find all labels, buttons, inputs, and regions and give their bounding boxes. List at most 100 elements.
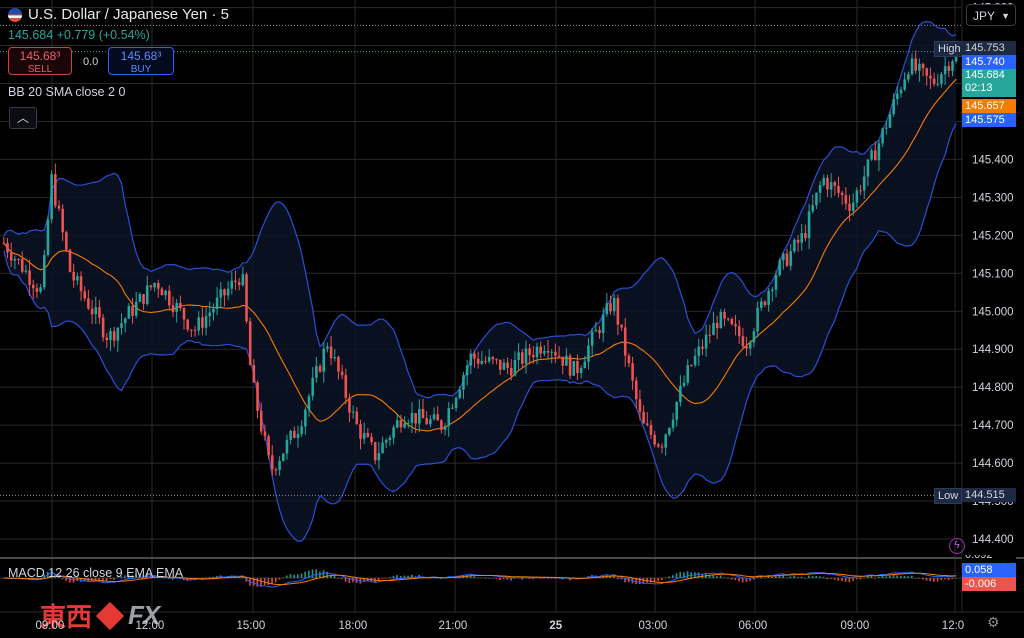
candle-body [491, 357, 495, 360]
high-value-tag: 145.753 [962, 41, 1016, 55]
candle-body [410, 412, 414, 423]
candle-body [201, 317, 204, 328]
candle-body [712, 322, 715, 336]
currency-dropdown[interactable]: JPY ▼ [966, 4, 1016, 26]
macd-histogram-bar [337, 578, 340, 579]
chevron-up-icon: ︿ [16, 111, 29, 125]
buy-button[interactable]: 145.68³ BUY [108, 47, 174, 75]
candle-body [918, 63, 921, 71]
candle-body [730, 318, 734, 325]
candle-body [355, 411, 359, 425]
candle-body [671, 419, 675, 428]
candle-body [193, 330, 197, 332]
candle-body [79, 276, 83, 292]
macd-histogram-bar [830, 578, 832, 579]
candle-body [469, 353, 473, 366]
candle-body [329, 346, 333, 359]
candle-body [168, 290, 171, 306]
candle-body [414, 412, 417, 424]
macd-histogram-bar [892, 574, 895, 578]
macd-histogram-bar [866, 576, 869, 578]
macd-histogram-bar [925, 578, 928, 581]
candle-body [296, 433, 300, 438]
candle-body [87, 298, 90, 309]
candle-body [840, 192, 844, 196]
macd-histogram-bar [723, 577, 726, 578]
macd-histogram-bar [535, 577, 538, 579]
candle-body [837, 185, 840, 193]
candle-body [179, 302, 182, 309]
time-axis-label: 12:0 [941, 620, 965, 632]
candle-body [270, 455, 274, 470]
collapse-indicators-button[interactable]: ︿ [9, 107, 37, 129]
macd-histogram-bar [911, 575, 913, 578]
candle-body [326, 346, 329, 349]
candle-body [826, 177, 829, 190]
candle-body [881, 128, 884, 144]
candle-body [907, 74, 910, 80]
candle-body [936, 83, 940, 85]
macd-histogram-bar [480, 577, 483, 579]
candle-body [822, 177, 826, 186]
candle-body [307, 396, 311, 410]
macd-histogram-bar [727, 578, 729, 579]
macd-histogram-bar [771, 577, 773, 578]
candle-body [616, 298, 620, 325]
macd-histogram-bar [877, 576, 880, 578]
candle-body [609, 303, 612, 312]
candle-body [112, 331, 116, 341]
candle-body [778, 260, 781, 276]
candle-body [782, 253, 785, 261]
currency-label: JPY [973, 9, 996, 23]
candle-body [506, 362, 509, 368]
candle-body [498, 359, 502, 370]
symbol-title[interactable]: U.S. Dollar / Japanese Yen · 5 [8, 6, 229, 23]
candle-body [208, 312, 212, 317]
bb-indicator-label[interactable]: BB 20 SMA close 2 0 [8, 85, 125, 99]
macd-histogram-bar [620, 578, 623, 580]
candle-body [855, 190, 859, 203]
macd-histogram-bar [752, 578, 755, 580]
candle-body [149, 285, 153, 288]
candle-body [101, 317, 105, 338]
macd-histogram-bar [664, 577, 667, 579]
candle-body [90, 308, 94, 315]
candle-body [263, 431, 267, 437]
candle-body [943, 66, 947, 75]
time-axis-label: 21:00 [438, 620, 468, 632]
time-axis-label: 09:00 [35, 620, 65, 632]
candle-body [407, 422, 410, 424]
macd-histogram-bar [730, 578, 733, 580]
candle-body [388, 437, 392, 441]
candle-body [2, 242, 6, 244]
last-price-value: 145.684 [965, 69, 1005, 81]
candle-body [594, 329, 598, 332]
price-tick-label: 144.800 [972, 382, 1014, 394]
macd-histogram-bar [852, 578, 854, 581]
candle-body [171, 305, 175, 312]
macd-histogram-bar [293, 574, 295, 578]
macd-histogram-bar [341, 578, 343, 579]
gear-icon[interactable]: ⚙ [987, 614, 1000, 631]
candle-body [532, 355, 535, 358]
candle-body [440, 420, 443, 430]
candle-body [715, 322, 719, 329]
candle-body [392, 427, 395, 438]
candle-body [818, 185, 822, 193]
sell-button[interactable]: 145.68³ SELL [8, 47, 72, 75]
candle-body [436, 414, 440, 421]
candle-body [39, 287, 42, 292]
candle-body [197, 317, 201, 331]
candle-body [583, 361, 587, 369]
price-chart[interactable]: 145.800145.700145.600145.500145.400145.3… [0, 0, 1024, 638]
candle-body [804, 233, 807, 239]
candle-body [870, 150, 873, 160]
macd-indicator-label[interactable]: MACD 12 26 close 9 EMA EMA [8, 566, 183, 580]
time-axis-label: 18:00 [338, 620, 368, 632]
candle-body [815, 192, 818, 206]
lightning-icon[interactable]: ϟ [949, 538, 965, 554]
candle-body [421, 409, 425, 419]
sell-price: 145.68³ [19, 49, 61, 63]
candle-body [759, 301, 763, 308]
last-price-tag: 145.684 02:13 [962, 69, 1016, 97]
